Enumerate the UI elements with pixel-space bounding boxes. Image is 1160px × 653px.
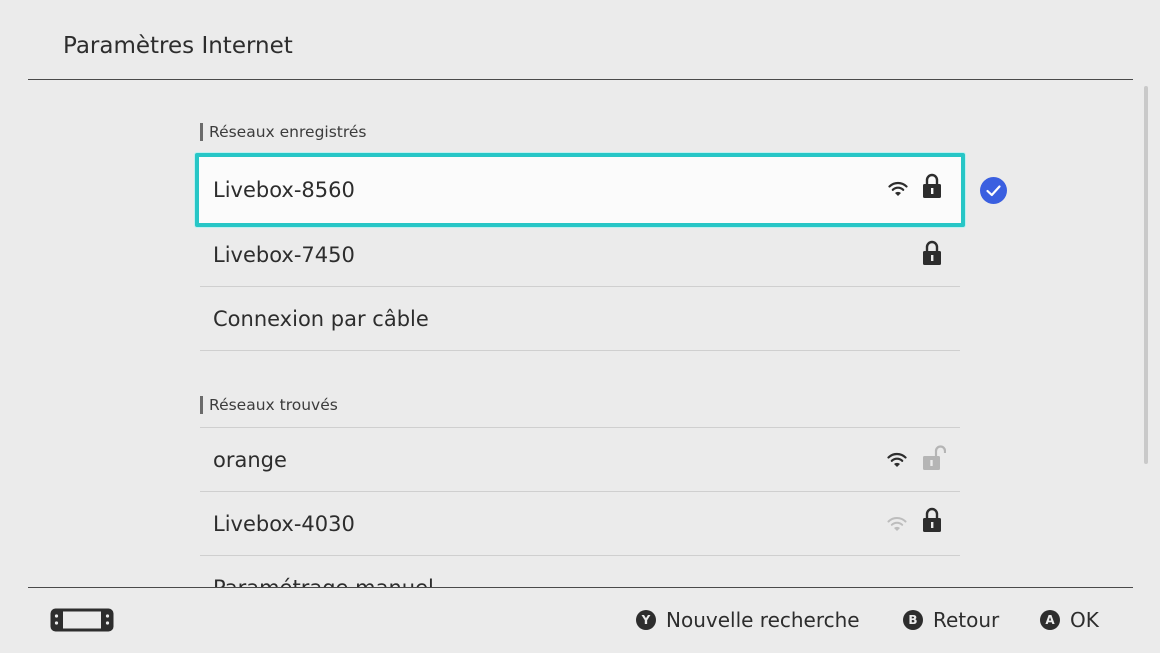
network-row-livebox-8560[interactable]: Livebox-8560 bbox=[195, 153, 965, 227]
network-row-wired-connection[interactable]: Connexion par câble bbox=[200, 287, 960, 351]
unlocked-icon bbox=[922, 445, 946, 471]
section-label-registered: Réseaux enregistrés bbox=[200, 122, 367, 142]
back-label: Retour bbox=[933, 608, 1000, 632]
network-name: Livebox-4030 bbox=[213, 512, 355, 536]
footer-bar: Y Nouvelle recherche B Retour A OK bbox=[0, 588, 1160, 653]
network-list[interactable]: Réseaux enregistrés Livebox-8560 Livebox… bbox=[0, 80, 1160, 587]
network-row-livebox-7450[interactable]: Livebox-7450 bbox=[200, 223, 960, 287]
new-search-label: Nouvelle recherche bbox=[666, 608, 860, 632]
wifi-weak-icon bbox=[887, 516, 907, 532]
lock-icon bbox=[921, 507, 943, 533]
ok-label: OK bbox=[1070, 608, 1099, 632]
y-button-icon: Y bbox=[636, 609, 656, 630]
new-search-button[interactable]: Y Nouvelle recherche bbox=[636, 606, 860, 634]
page-title: Paramètres Internet bbox=[63, 33, 293, 59]
network-name: orange bbox=[213, 448, 287, 472]
network-row-livebox-4030[interactable]: Livebox-4030 bbox=[200, 492, 960, 556]
lock-icon bbox=[921, 240, 943, 266]
scrollbar[interactable] bbox=[1144, 86, 1148, 464]
wifi-icon bbox=[887, 452, 907, 468]
ok-button[interactable]: A OK bbox=[1040, 606, 1099, 634]
network-row-orange[interactable]: orange bbox=[200, 427, 960, 492]
connected-check-icon bbox=[980, 177, 1007, 204]
wifi-icon bbox=[888, 181, 908, 197]
network-row-manual-setup[interactable]: Paramétrage manuel bbox=[200, 556, 960, 587]
lock-icon bbox=[921, 173, 943, 199]
network-name: Livebox-8560 bbox=[213, 178, 355, 202]
handheld-console-icon bbox=[50, 608, 114, 636]
b-button-icon: B bbox=[903, 609, 923, 630]
section-label-found: Réseaux trouvés bbox=[200, 395, 338, 415]
network-name: Connexion par câble bbox=[213, 307, 429, 331]
back-button[interactable]: B Retour bbox=[903, 606, 999, 634]
network-name: Paramétrage manuel bbox=[213, 556, 434, 587]
page-header: Paramètres Internet bbox=[0, 0, 1160, 80]
a-button-icon: A bbox=[1040, 609, 1060, 630]
network-name: Livebox-7450 bbox=[213, 243, 355, 267]
